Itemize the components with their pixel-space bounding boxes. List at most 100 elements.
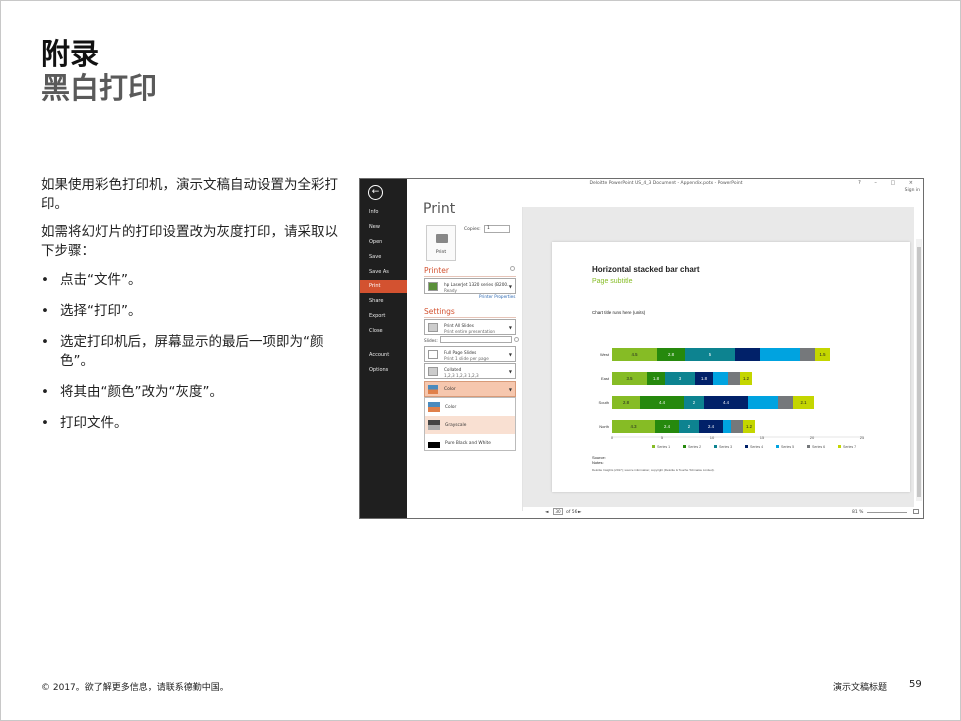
color-option-grayscale[interactable]: Grayscale (425, 416, 515, 434)
backstage-item-save[interactable]: Save (360, 251, 407, 264)
data-label: 1.8 (653, 376, 660, 381)
stacked-bar-chart: Horizontal stacked bar chart Page subtit… (592, 265, 865, 472)
page-number: 59 (909, 679, 922, 690)
color-option-color[interactable]: Color (425, 398, 515, 416)
info-icon[interactable] (514, 337, 519, 342)
printer-dropdown[interactable]: hp LaserJet 1320 series (B200... Ready ▼ (424, 278, 516, 294)
print-button-label: Print (435, 250, 447, 255)
copies-label: Copies: (464, 227, 481, 232)
slides-range-title: Print All Slides (444, 323, 474, 328)
legend-swatch (683, 445, 686, 448)
notes-label: Notes: (592, 460, 604, 465)
chevron-down-icon: ▼ (508, 325, 512, 330)
grayscale-icon (428, 420, 440, 430)
x-tick-label: 15 (760, 435, 765, 440)
printer-section-label: Printer (424, 266, 449, 275)
window-controls[interactable]: ? – □ × (858, 180, 919, 186)
x-tick-label: 10 (710, 435, 715, 440)
layout-desc: Print 1 slide per page (444, 356, 489, 361)
legend-swatch (776, 445, 779, 448)
backstage-item-new[interactable]: New (360, 221, 407, 234)
color-option-black-white[interactable]: Pure Black and White (425, 434, 515, 452)
intro-paragraph-1: 如果使用彩色打印机，演示文稿自动设置为全彩打印。 (41, 177, 338, 212)
black-white-icon (428, 438, 440, 448)
chart-title: Horizontal stacked bar chart (592, 265, 700, 274)
category-label: North (599, 424, 609, 429)
data-label: 3.5 (627, 376, 634, 381)
bar-segment (713, 372, 728, 385)
intro-paragraph-2: 如需将幻灯片的打印设置改为灰度打印，请采取以下步骤： (41, 224, 338, 259)
backstage-item-save-as[interactable]: Save As (360, 266, 407, 279)
collated-icon (428, 367, 438, 376)
color-menu: Color Grayscale Pure Black and White (424, 397, 516, 451)
legend-label: Series 5 (781, 445, 794, 449)
scrollbar-thumb[interactable] (917, 247, 921, 497)
backstage-item-options[interactable]: Options (360, 364, 407, 377)
preview-scrollbar[interactable] (916, 239, 922, 501)
data-label: 2.8 (623, 400, 630, 405)
data-label: 2.4 (708, 424, 715, 429)
legend-swatch (714, 445, 717, 448)
legend-swatch (838, 445, 841, 448)
backstage-item-open[interactable]: Open (360, 236, 407, 249)
next-page-icon[interactable]: ► (578, 510, 581, 515)
slide: 附录 黑白打印 如果使用彩色打印机，演示文稿自动设置为全彩打印。 如需将幻灯片的… (0, 0, 961, 721)
legend-swatch (807, 445, 810, 448)
previous-page-icon[interactable]: ◄ (545, 510, 548, 515)
x-tick-label: 25 (860, 435, 865, 440)
backstage-item-account[interactable]: Account (360, 349, 407, 362)
color-icon (428, 402, 440, 412)
backstage-item-print[interactable]: Print (360, 280, 407, 293)
backstage-item-info[interactable]: Info (360, 206, 407, 219)
slides-range-dropdown[interactable]: Print All Slides Print entire presentati… (424, 319, 516, 335)
source-line: Deloitte Insights (2017); source informa… (592, 468, 715, 472)
color-option-label: Grayscale (445, 423, 467, 428)
print-button[interactable]: Print (426, 225, 456, 261)
bar-segment (728, 372, 740, 385)
collation-dropdown[interactable]: Collated 1,2,3 1,2,3 1,2,3 ▼ (424, 363, 516, 379)
slide-title: 附录 (41, 37, 100, 71)
bar-segment (778, 396, 793, 409)
preview-statusbar: ◄ 30 of 56 ► 81 % (545, 507, 923, 518)
category-label: South (599, 400, 609, 405)
legend-label: Series 3 (719, 445, 732, 449)
copies-stepper[interactable]: 1 (484, 225, 510, 233)
backstage-item-close[interactable]: Close (360, 325, 407, 338)
step-item: 选择“打印”。 (41, 302, 341, 321)
back-arrow-icon[interactable]: ← (368, 185, 383, 200)
powerpoint-print-screenshot: ← Info New Open Save Save As Print Share… (359, 178, 924, 519)
printer-status: Ready (444, 288, 457, 293)
legend-label: Series 7 (843, 445, 856, 449)
zoom-level[interactable]: 81 % (852, 510, 863, 515)
sign-in-link[interactable]: Sign in (905, 188, 920, 193)
data-label: 4.4 (723, 400, 730, 405)
backstage-item-export[interactable]: Export (360, 310, 407, 323)
info-icon[interactable] (510, 266, 515, 271)
collation-title: Collated (444, 367, 462, 372)
preview-page: Horizontal stacked bar chart Page subtit… (552, 242, 910, 492)
slide-subtitle: 黑白打印 (41, 71, 158, 105)
fit-to-window-icon[interactable] (913, 509, 919, 514)
chevron-down-icon: ▼ (508, 387, 512, 392)
backstage-item-share[interactable]: Share (360, 295, 407, 308)
printer-icon (428, 282, 438, 291)
step-item: 打印文件。 (41, 414, 341, 433)
category-label: East (601, 376, 610, 381)
page-number-input[interactable]: 30 (553, 508, 563, 515)
bar-segment (800, 348, 815, 361)
data-label: 4.3 (631, 424, 638, 429)
zoom-slider[interactable] (867, 512, 907, 513)
step-item: 点击“文件”。 (41, 271, 341, 290)
bar-segment (735, 348, 760, 361)
layout-dropdown[interactable]: Full Page Slides Print 1 slide per page … (424, 346, 516, 362)
slides-input[interactable] (440, 336, 512, 343)
printer-properties-link[interactable]: Printer Properties (479, 294, 515, 299)
data-label: 2.4 (664, 424, 671, 429)
color-option-label: Color (445, 405, 457, 410)
settings-section-rule (424, 317, 516, 318)
chevron-down-icon: ▼ (508, 284, 512, 289)
color-dropdown-value: Color (444, 387, 456, 392)
color-dropdown[interactable]: Color ▼ (424, 381, 516, 397)
print-heading: Print (423, 201, 456, 217)
collation-desc: 1,2,3 1,2,3 1,2,3 (444, 373, 479, 378)
